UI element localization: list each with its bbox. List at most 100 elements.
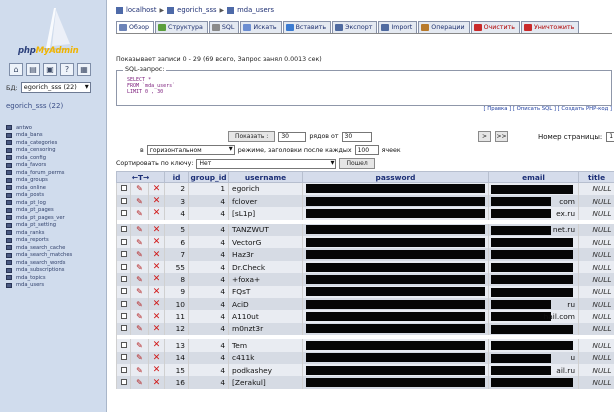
next-page-button[interactable]: > <box>478 131 491 142</box>
edit-icon[interactable]: ✎ <box>130 376 149 389</box>
table-row[interactable]: ✎ ✕ 9 4 FQsT NULL <box>116 285 614 299</box>
row-checkbox[interactable] <box>116 339 131 352</box>
delete-icon[interactable]: ✕ <box>147 207 165 220</box>
delete-icon[interactable]: ✕ <box>147 273 165 286</box>
page-number-select[interactable]: 1 <box>606 131 614 142</box>
db-title[interactable]: egorich_sss (22) <box>6 102 63 110</box>
tab-import[interactable]: Import <box>378 21 418 33</box>
delete-icon[interactable]: ✕ <box>147 351 165 364</box>
query-window-icon[interactable]: ▣ <box>43 63 57 76</box>
sidebar-table-item[interactable]: mda_search_words <box>6 259 72 267</box>
sql-links[interactable]: [ Правка ] [ Описать SQL ] [ Создать PHP… <box>484 106 612 112</box>
edit-icon[interactable]: ✎ <box>130 273 149 286</box>
sort-go-button[interactable]: Пошел <box>339 158 375 169</box>
home-icon[interactable]: ⌂ <box>9 63 23 76</box>
col-header-title[interactable]: title <box>578 171 614 183</box>
sidebar-table-item[interactable]: mda_categories <box>6 139 72 147</box>
delete-icon[interactable]: ✕ <box>147 322 165 336</box>
edit-icon[interactable]: ✎ <box>130 182 149 195</box>
row-checkbox[interactable] <box>116 310 131 323</box>
row-checkbox[interactable] <box>116 223 131 237</box>
row-checkbox[interactable] <box>116 207 131 220</box>
col-header-id[interactable]: id <box>164 171 190 183</box>
table-row[interactable]: ✎ ✕ 16 4 [Zerakul] NULL <box>116 376 614 389</box>
delete-icon[interactable]: ✕ <box>147 363 165 377</box>
edit-icon[interactable]: ✎ <box>130 310 149 323</box>
row-checkbox[interactable] <box>116 351 131 364</box>
row-checkbox[interactable] <box>116 322 131 336</box>
sidebar-table-item[interactable]: mda_search_matches <box>6 252 72 260</box>
sidebar-table-item[interactable]: mda_online <box>6 184 72 192</box>
row-checkbox[interactable] <box>116 298 131 311</box>
tab-уничтожить[interactable]: Уничтожить <box>520 21 580 33</box>
delete-icon[interactable]: ✕ <box>147 236 165 249</box>
edit-icon[interactable]: ✎ <box>130 236 149 249</box>
col-header-username[interactable]: username <box>228 171 304 183</box>
tab-обзор[interactable]: Обзор <box>116 21 155 33</box>
edit-icon[interactable]: ✎ <box>130 351 149 364</box>
phpmyadmin-logo[interactable]: phpMyAdmin <box>0 6 106 56</box>
sidebar-table-item[interactable]: mda_topics <box>6 274 72 282</box>
edit-icon[interactable]: ✎ <box>130 223 149 237</box>
table-row[interactable]: ✎ ✕ 5 4 TANZWUT net.ru NULL <box>116 223 614 237</box>
table-row[interactable]: ✎ ✕ 15 4 podkashey ail.ru NULL <box>116 363 614 377</box>
delete-icon[interactable]: ✕ <box>147 223 165 237</box>
display-mode-select[interactable]: горизонтальном <box>146 144 235 155</box>
docs-icon[interactable]: ? <box>60 63 74 76</box>
sidebar-table-item[interactable]: mda_ranks <box>6 229 72 237</box>
table-row[interactable]: ✎ ✕ 8 4 +foxa+ NULL <box>116 273 614 286</box>
sidebar-table-item[interactable]: antwo <box>6 124 72 132</box>
column-move-arrows[interactable]: ←T→ <box>115 171 166 183</box>
delete-icon[interactable]: ✕ <box>147 339 165 352</box>
row-checkbox[interactable] <box>116 182 131 195</box>
delete-icon[interactable]: ✕ <box>147 285 165 299</box>
sidebar-table-item[interactable]: mda_pt_pages <box>6 207 72 215</box>
sidebar-table-item[interactable]: mda_bans <box>6 132 72 140</box>
table-row[interactable]: ✎ ✕ 55 4 Dr.Check NULL <box>116 260 614 274</box>
sort-key-select[interactable]: Нет <box>196 158 337 169</box>
table-row[interactable]: ✎ ✕ 6 4 VectorG NULL <box>116 236 614 249</box>
sidebar-table-item[interactable]: mda_config <box>6 154 72 162</box>
row-checkbox[interactable] <box>116 194 131 208</box>
col-header-password[interactable]: password <box>302 171 490 183</box>
rows-count-input[interactable]: 30 <box>278 131 307 142</box>
sql-window-icon[interactable]: ▤ <box>26 63 40 76</box>
col-header-group-id[interactable]: group_id <box>188 171 230 183</box>
table-row[interactable]: ✎ ✕ 7 4 Haz3r NULL <box>116 248 614 261</box>
sidebar-table-item[interactable]: mda_posts <box>6 192 72 200</box>
col-header-email[interactable]: email <box>488 171 580 183</box>
sidebar-table-item[interactable]: mda_reports <box>6 237 72 245</box>
table-row[interactable]: ✎ ✕ 11 4 A110ut hail.com NULL <box>116 310 614 323</box>
breadcrumb-table[interactable]: mda_users <box>237 6 274 14</box>
delete-icon[interactable]: ✕ <box>147 248 165 261</box>
sidebar-table-item[interactable]: mda_search_cache <box>6 244 72 252</box>
delete-icon[interactable]: ✕ <box>147 310 165 323</box>
edit-icon[interactable]: ✎ <box>130 194 149 208</box>
last-page-button[interactable]: >> <box>495 131 508 142</box>
delete-icon[interactable]: ✕ <box>147 260 165 274</box>
edit-icon[interactable]: ✎ <box>130 363 149 377</box>
row-checkbox[interactable] <box>116 376 131 389</box>
tab-очистить[interactable]: Очистить <box>470 21 520 33</box>
mysql-docs-icon[interactable]: ▦ <box>77 63 91 76</box>
sidebar-table-item[interactable]: mda_forum_perms <box>6 169 72 177</box>
tab-вставить[interactable]: Вставить <box>282 21 332 33</box>
row-checkbox[interactable] <box>116 363 131 377</box>
table-row[interactable]: ✎ ✕ 4 4 [sL1p] ex.ru NULL <box>116 207 614 220</box>
sidebar-table-item[interactable]: mda_favors <box>6 162 72 170</box>
row-checkbox[interactable] <box>116 273 131 286</box>
edit-icon[interactable]: ✎ <box>130 260 149 274</box>
delete-icon[interactable]: ✕ <box>147 376 165 389</box>
sidebar-table-item[interactable]: mda_pt_setting <box>6 222 72 230</box>
edit-icon[interactable]: ✎ <box>130 322 149 336</box>
sidebar-table-item[interactable]: mda_groups <box>6 177 72 185</box>
delete-icon[interactable]: ✕ <box>147 182 165 195</box>
table-row[interactable]: ✎ ✕ 2 1 egorich NULL <box>116 182 614 195</box>
breadcrumb-server[interactable]: localhost <box>126 6 157 14</box>
row-checkbox[interactable] <box>116 248 131 261</box>
tab-операции[interactable]: Операции <box>418 21 470 33</box>
table-row[interactable]: ✎ ✕ 12 4 m0nzt3r NULL <box>116 322 614 336</box>
row-checkbox[interactable] <box>116 285 131 299</box>
table-row[interactable]: ✎ ✕ 10 4 AciD ru NULL <box>116 298 614 311</box>
delete-icon[interactable]: ✕ <box>147 194 165 208</box>
